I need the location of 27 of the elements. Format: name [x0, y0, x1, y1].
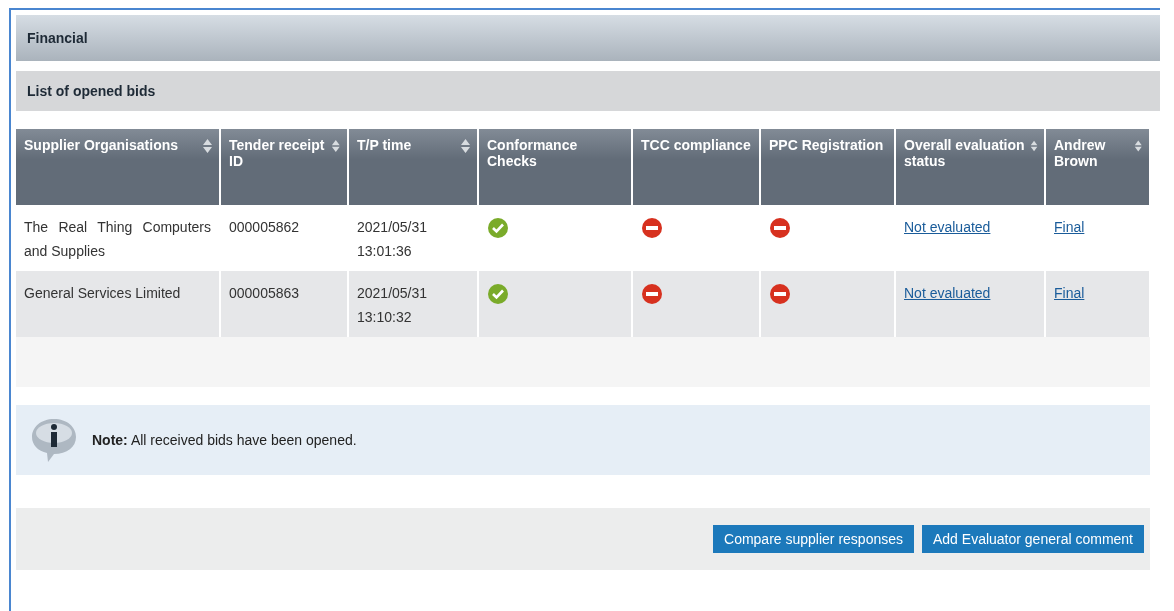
column-header[interactable]: Andrew Brown	[1045, 129, 1150, 205]
column-header[interactable]: Supplier Organisations	[16, 129, 220, 205]
status-link[interactable]: Not evaluated	[904, 219, 991, 235]
column-header: TCC compliance	[632, 129, 760, 205]
evaluator-link[interactable]: Final	[1054, 285, 1085, 301]
column-header[interactable]: T/P time	[348, 129, 478, 205]
table-cell: General Services Limited	[16, 271, 220, 337]
table-cell: 000005862	[220, 205, 348, 271]
info-icon	[30, 417, 78, 463]
evaluator-link[interactable]: Final	[1054, 219, 1085, 235]
note-text: Note: All received bids have been opened.	[92, 432, 357, 448]
table-cell: 2021/05/31 13:01:36	[348, 205, 478, 271]
table-cell: The Real Thing Computers and Supplies	[16, 205, 220, 271]
table-cell: 000005863	[220, 271, 348, 337]
action-button[interactable]: Compare supplier responses	[713, 525, 914, 553]
status-link[interactable]: Not evaluated	[904, 285, 991, 301]
action-button[interactable]: Add Evaluator general comment	[922, 525, 1144, 553]
column-header: Conformance Checks	[478, 129, 632, 205]
section-title: Financial	[16, 15, 1160, 61]
sort-icon[interactable]	[331, 137, 341, 155]
sort-icon[interactable]	[202, 137, 213, 155]
column-header[interactable]: Overall evaluation status	[895, 129, 1045, 205]
column-header[interactable]: Tender receipt ID	[220, 129, 348, 205]
sort-icon[interactable]	[460, 137, 471, 155]
column-header: PPC Registration	[760, 129, 895, 205]
table-cell: 2021/05/31 13:10:32	[348, 271, 478, 337]
subsection-title: List of opened bids	[16, 71, 1160, 111]
